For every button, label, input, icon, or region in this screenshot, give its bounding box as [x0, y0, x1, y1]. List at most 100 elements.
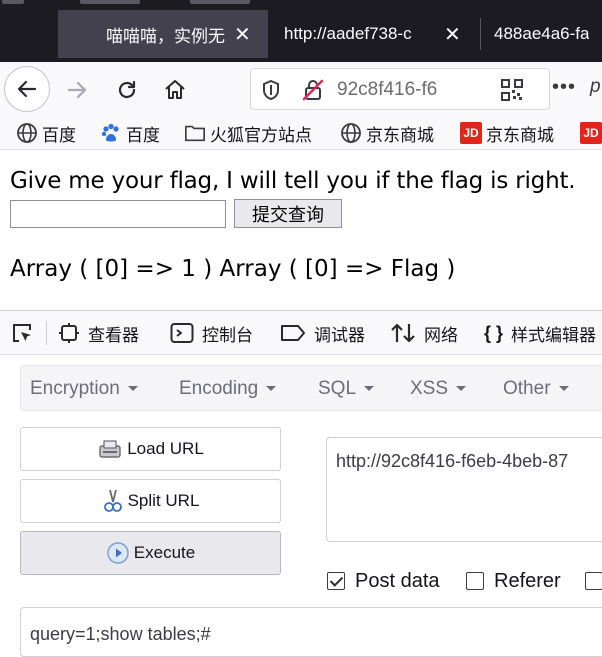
execute-button[interactable]: Execute [20, 531, 281, 575]
close-tab-icon[interactable]: ✕ [444, 22, 461, 47]
inspector-icon [58, 322, 80, 344]
chevron-down-icon [127, 386, 138, 392]
url-field-text: http://92c8f416-f6eb-4beb-87 [336, 451, 569, 471]
qr-code-icon[interactable] [501, 79, 523, 101]
bookmark-jd[interactable]: 京东商城 [340, 121, 434, 145]
bookmark-firefox-site[interactable]: 火狐官方站点 [184, 121, 312, 145]
tab-separator [480, 18, 481, 50]
flag-input[interactable] [10, 200, 226, 228]
button-label: Execute [133, 543, 196, 562]
tab-style-editor[interactable]: { } 样式编辑器 [484, 321, 596, 345]
tab-label: 控制台 [202, 325, 253, 345]
bookmark-jd-2[interactable]: JD 京东商城 [460, 121, 554, 145]
hackbar-url-field[interactable]: http://92c8f416-f6eb-4beb-87 [326, 437, 602, 542]
menu-label: XSS [410, 378, 449, 399]
url-bar[interactable]: 92c8f416-f6 [250, 68, 550, 110]
bookmark-label: 京东商城 [366, 125, 434, 145]
globe-icon [16, 122, 38, 144]
menu-sql[interactable]: SQL [318, 378, 375, 400]
folder-icon [184, 122, 206, 144]
devtools-toolbar: 查看器 控制台 调试器 网络 { } 样式编辑器 [0, 311, 602, 355]
back-arrow-icon [17, 80, 37, 98]
tab-label: 样式编辑器 [511, 325, 597, 345]
menu-label: SQL [318, 378, 357, 399]
nav-bar: 92c8f416-f6 ••• p [0, 62, 602, 116]
menu-xss[interactable]: XSS [410, 378, 467, 400]
pocket-icon[interactable]: p [590, 76, 601, 98]
network-icon [390, 322, 416, 344]
style-editor-icon: { } [484, 322, 504, 343]
element-picker-button[interactable] [10, 321, 34, 345]
menu-encoding[interactable]: Encoding [179, 378, 277, 400]
element-picker-icon [13, 324, 31, 342]
page-prompt: Give me your flag, I will tell you if th… [10, 168, 576, 194]
reload-icon [118, 80, 136, 99]
checkbox-label: Post data [355, 569, 440, 592]
bookmark-baidu[interactable]: 百度 [16, 121, 76, 145]
menu-encryption[interactable]: Encryption [30, 378, 138, 400]
chevron-down-icon [456, 386, 467, 392]
split-url-button[interactable]: Split URL [20, 479, 281, 523]
page-actions-menu-icon[interactable]: ••• [552, 76, 576, 99]
button-label: Load URL [127, 439, 204, 458]
checkbox-label: Referer [494, 569, 561, 592]
tab-debugger[interactable]: 调试器 [280, 321, 365, 345]
jd-logo-icon: JD [580, 122, 602, 144]
tab-console[interactable]: 控制台 [170, 321, 253, 345]
tab-active[interactable]: 喵喵喵，实例无 ✕ [58, 10, 268, 58]
button-label: Split URL [127, 491, 200, 510]
tab-title: http://aadef738-c [284, 24, 412, 43]
bookmark-label: 京东商城 [486, 125, 554, 145]
toolbar-remnants [0, 0, 260, 6]
bookmarks-bar: 百度 百度 火狐官方站点 京东商城 JD 京东商城 JD [0, 116, 602, 150]
url-text: 92c8f416-f6 [337, 79, 438, 100]
home-icon [165, 80, 185, 99]
devtools-panel: 查看器 控制台 调试器 网络 { } 样式编辑器 Encryption Enco… [0, 310, 602, 657]
scissors-icon [102, 488, 124, 514]
home-button[interactable] [160, 75, 190, 105]
forward-button[interactable] [62, 75, 92, 105]
query-result: Array ( [0] => 1 ) Array ( [0] => Flag ) [10, 256, 456, 282]
tab-3[interactable]: 488ae4a6-fa [482, 10, 602, 58]
chevron-down-icon [364, 386, 375, 392]
tab-2[interactable]: http://aadef738-c ✕ [272, 10, 472, 58]
close-tab-icon[interactable]: ✕ [234, 22, 251, 47]
baidu-paw-icon [100, 122, 122, 144]
toolbar-separator [46, 321, 47, 345]
bookmark-label: 百度 [42, 125, 76, 145]
bookmark-label: 火狐官方站点 [210, 125, 312, 145]
extra-checkbox[interactable] [585, 570, 602, 592]
tab-network[interactable]: 网络 [390, 321, 458, 345]
bookmark-jd-3[interactable]: JD [580, 121, 602, 145]
submit-button[interactable]: 提交查询 [234, 199, 342, 228]
page-content: Give me your flag, I will tell you if th… [0, 150, 602, 310]
load-url-icon [97, 438, 123, 460]
load-url-button[interactable]: Load URL [20, 427, 281, 471]
post-data-checkbox[interactable]: Post data [327, 570, 440, 592]
chevron-down-icon [558, 386, 569, 392]
jd-logo-icon: JD [460, 122, 482, 144]
console-icon [170, 322, 194, 344]
hackbar-panel: Encryption Encoding SQL XSS Other Load U… [0, 355, 602, 657]
checkbox-unchecked-icon [585, 572, 602, 590]
debugger-icon [280, 323, 306, 343]
tab-title: 喵喵喵，实例无 [106, 26, 225, 46]
chevron-down-icon [266, 386, 277, 392]
back-button[interactable] [4, 66, 50, 112]
reload-button[interactable] [112, 75, 142, 105]
globe-icon [340, 122, 362, 144]
insecure-lock-icon[interactable] [301, 78, 325, 102]
menu-other[interactable]: Other [503, 378, 569, 400]
referer-checkbox[interactable]: Referer [466, 570, 561, 592]
menu-label: Other [503, 378, 551, 399]
post-data-text: query=1;show tables;# [30, 624, 211, 644]
menu-label: Encryption [30, 378, 120, 399]
tab-strip: 喵喵喵，实例无 ✕ http://aadef738-c ✕ 488ae4a6-f… [0, 0, 602, 62]
shield-icon[interactable] [261, 79, 281, 101]
forward-arrow-icon [67, 81, 87, 99]
bookmark-baidu-2[interactable]: 百度 [100, 121, 160, 145]
menu-label: Encoding [179, 378, 259, 399]
hackbar-menu: Encryption Encoding SQL XSS Other [20, 365, 602, 411]
tab-inspector[interactable]: 查看器 [58, 321, 139, 345]
post-data-field[interactable]: query=1;show tables;# [20, 607, 602, 657]
